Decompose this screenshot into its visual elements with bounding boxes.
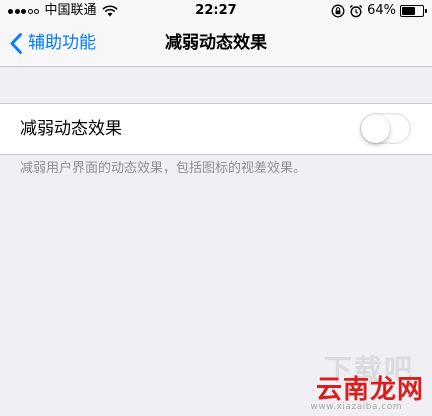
status-bar: 中国联通 22:27 64% [0,0,432,22]
reduce-motion-row: 减弱动态效果 [0,103,432,155]
reduce-motion-toggle[interactable] [360,113,411,144]
setting-description: 减弱用户界面的动态效果，包括图标的视差效果。 [20,161,307,176]
navigation-bar: 辅助功能 减弱动态效果 [0,22,432,67]
battery-icon [400,5,427,17]
battery-level-fill [402,7,415,15]
status-bar-right: 64% [331,3,427,19]
reduce-motion-label: 减弱动态效果 [20,119,122,139]
toggle-knob [361,114,390,143]
watermark-logo: 云南龙网 [315,375,424,405]
alarm-icon [349,4,363,18]
page-title: 减弱动态效果 [165,33,267,53]
battery-percent: 64% [367,3,396,18]
orientation-lock-icon [331,4,345,18]
watermark-url: www.xiazaiba.com [310,402,402,412]
